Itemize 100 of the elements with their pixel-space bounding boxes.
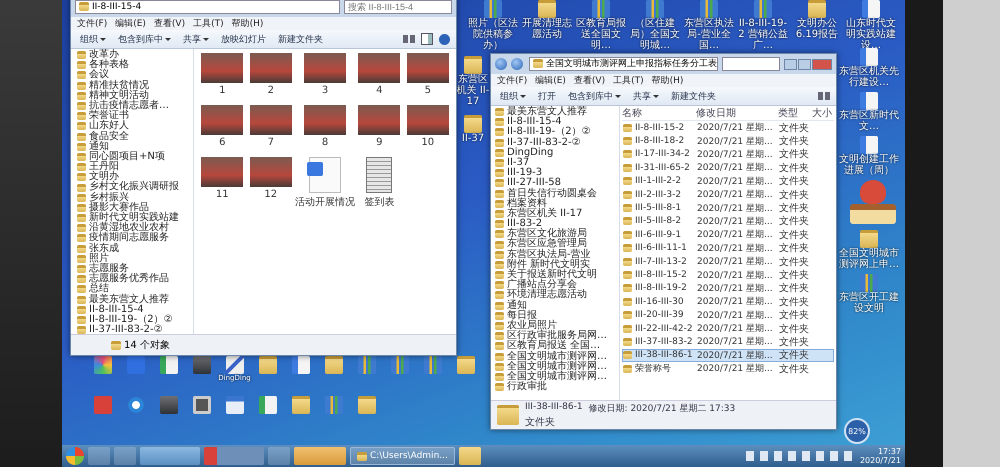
toolbar-button[interactable]: 放映幻灯片 <box>218 32 269 46</box>
toolbar-button[interactable]: 共享 <box>180 32 212 46</box>
folder-tree-item[interactable]: 张东成 <box>77 244 193 254</box>
file-row[interactable]: III-7-III-13-2 2020/7/21 星期... 文件夹 <box>622 254 834 268</box>
toolbar-button[interactable]: 包含到库中 <box>115 32 174 46</box>
file-row[interactable]: III-8-III-15-2 2020/7/21 星期... 文件夹 <box>622 268 834 282</box>
folder-tree-item[interactable]: 首日失信行动圆桌会 <box>495 188 619 199</box>
column-header[interactable]: 修改日期 <box>696 106 778 120</box>
app-icon[interactable] <box>94 356 112 374</box>
photo-placeholder[interactable] <box>406 53 449 83</box>
archive-icon[interactable] <box>860 274 878 292</box>
folder-tree-item[interactable]: 王丹阳 <box>77 162 193 172</box>
folder-tree-item[interactable]: 行政审批 <box>495 382 619 392</box>
folder-tree-item[interactable]: II-37 <box>495 158 619 168</box>
toolbar-button[interactable]: 组织 <box>497 90 529 102</box>
menu-item[interactable]: 查看(V) <box>574 74 606 87</box>
address-bar[interactable]: 全国文明城市测评网上申报指标任务分工表 <box>529 57 718 71</box>
folder-tree-item[interactable]: II-8-III-15-4 <box>77 304 193 315</box>
folder-tree-item[interactable]: II-8-III-19-（2）② <box>495 127 619 138</box>
file-row[interactable]: II-8-III-18-2 2020/7/21 星期... 文件夹 <box>622 134 834 148</box>
document-icon[interactable] <box>860 92 878 110</box>
folder-icon[interactable] <box>456 356 474 374</box>
folder-icon[interactable] <box>860 230 878 248</box>
folder-icon[interactable] <box>292 396 310 414</box>
folder-tree-item[interactable]: 食品安全 <box>77 132 193 142</box>
document-icon[interactable] <box>292 356 310 374</box>
folder-tree-item[interactable]: 精准扶贫情况 <box>77 80 193 91</box>
folder-icon[interactable] <box>808 0 826 18</box>
sheet-icon[interactable] <box>160 356 178 374</box>
window-controls[interactable] <box>784 58 832 70</box>
photo-placeholder[interactable] <box>250 157 292 187</box>
folder-tree-item[interactable]: 通知 <box>495 300 619 311</box>
column-header[interactable]: 大小 <box>812 106 834 120</box>
folder-tree-item[interactable]: II-8-III-15-4 <box>495 117 619 128</box>
folder-tree-item[interactable]: 志愿服务优秀作品 <box>77 274 193 284</box>
file-row[interactable]: III-2-III-3-2 2020/7/21 星期... 文件夹 <box>622 188 834 202</box>
toolbar-button[interactable]: 组织 <box>77 32 109 46</box>
file-row[interactable]: II-17-III-34-2 2020/7/21 星期... 文件夹 <box>622 148 834 162</box>
document-icon[interactable] <box>860 136 878 154</box>
tile-icon[interactable] <box>94 396 112 414</box>
folder-tree-item[interactable]: 东营区执法局-营业 <box>495 250 619 260</box>
folder-tree-item[interactable]: 疫情期间志愿服务 <box>77 233 193 244</box>
view-icon[interactable] <box>403 35 415 43</box>
search-field[interactable]: 搜索 II-8-III-15-4 <box>344 0 452 14</box>
file-row[interactable]: III-37-III-83-2 2020/7/21 星期... 文件夹 <box>622 335 834 349</box>
view-icon[interactable] <box>818 92 830 100</box>
folder-tree-item[interactable]: 总结 <box>77 284 193 294</box>
folder-icon[interactable] <box>324 356 342 374</box>
archive-icon[interactable] <box>592 0 610 18</box>
scanned-page-thumbnail[interactable] <box>366 157 392 193</box>
archive-icon[interactable] <box>424 356 442 374</box>
photo-placeholder[interactable] <box>201 105 244 135</box>
archive-icon[interactable] <box>324 396 342 414</box>
menu-item[interactable]: 帮助(H) <box>652 74 684 87</box>
search-field[interactable] <box>722 57 780 71</box>
forward-button[interactable] <box>511 58 523 70</box>
archive-icon[interactable] <box>700 0 718 18</box>
folder-tree-item[interactable]: 乡村文化振兴调研报 <box>77 182 193 193</box>
menu-item[interactable]: 文件(F) <box>497 74 528 87</box>
folder-icon[interactable] <box>538 0 556 18</box>
photo-placeholder[interactable] <box>358 105 400 135</box>
menu-item[interactable]: 编辑(E) <box>115 17 146 30</box>
folder-icon[interactable] <box>358 396 376 414</box>
archive-icon[interactable] <box>646 0 664 18</box>
file-row[interactable]: 荣誉称号 2020/7/21 星期... 文件夹 <box>622 362 834 376</box>
toolbar-button[interactable]: 包含到库中 <box>565 90 624 102</box>
pane-icon[interactable] <box>421 33 433 45</box>
archive-icon[interactable] <box>754 0 772 18</box>
folder-tree-item[interactable]: 东营区机关 II-17 <box>495 208 619 220</box>
folder-tree-item[interactable]: 全国文明城市测评网… <box>495 352 619 362</box>
folder-tree-item[interactable]: 山东好人 <box>77 121 193 132</box>
folder-tree-item[interactable]: 摄影大赛作品 <box>77 202 193 213</box>
folder-icon[interactable] <box>258 356 276 374</box>
photo-placeholder[interactable] <box>358 53 400 83</box>
archive-icon[interactable] <box>358 356 376 374</box>
help-icon[interactable] <box>439 34 450 44</box>
photo-placeholder[interactable] <box>250 105 292 135</box>
sheet-icon[interactable] <box>258 396 276 414</box>
archive-icon[interactable] <box>484 0 502 18</box>
menu-item[interactable]: 工具(T) <box>613 74 644 87</box>
file-row[interactable]: II-31-III-65-2 2020/7/21 星期... 文件夹 <box>622 161 834 175</box>
folder-tree-item[interactable]: 每日报 <box>495 310 619 321</box>
address-bar[interactable]: II-8-III-15-4 <box>75 0 340 14</box>
folder-tree-item[interactable]: 档案资料 <box>495 198 619 209</box>
folder-tree-item[interactable]: 东营区应急管理局 <box>495 239 619 250</box>
photo-placeholder[interactable] <box>406 105 449 135</box>
document-icon[interactable] <box>860 48 878 66</box>
browser-icon[interactable] <box>126 396 144 414</box>
column-header[interactable]: 名称 <box>622 106 696 120</box>
file-row[interactable]: III-22-III-42-2 2020/7/21 星期... 文件夹 <box>622 322 834 336</box>
file-row[interactable]: III-5-III-8-2 2020/7/21 星期... 文件夹 <box>622 214 834 228</box>
folder-tree-item[interactable]: 附件 新时代文明实 <box>495 260 619 270</box>
photo-placeholder[interactable] <box>304 53 346 83</box>
start-button[interactable] <box>66 447 84 465</box>
file-row[interactable]: III-6-III-11-1 2020/7/21 星期... 文件夹 <box>622 242 834 255</box>
screen-icon[interactable] <box>192 396 210 414</box>
file-row[interactable]: III-5-III-8-1 2020/7/21 星期... 文件夹 <box>622 201 834 215</box>
file-row[interactable]: III-38-III-86-1 2020/7/21 星期... 文件夹 <box>622 348 834 362</box>
archive-icon[interactable] <box>390 356 408 374</box>
menu-item[interactable]: 文件(F) <box>77 17 108 30</box>
